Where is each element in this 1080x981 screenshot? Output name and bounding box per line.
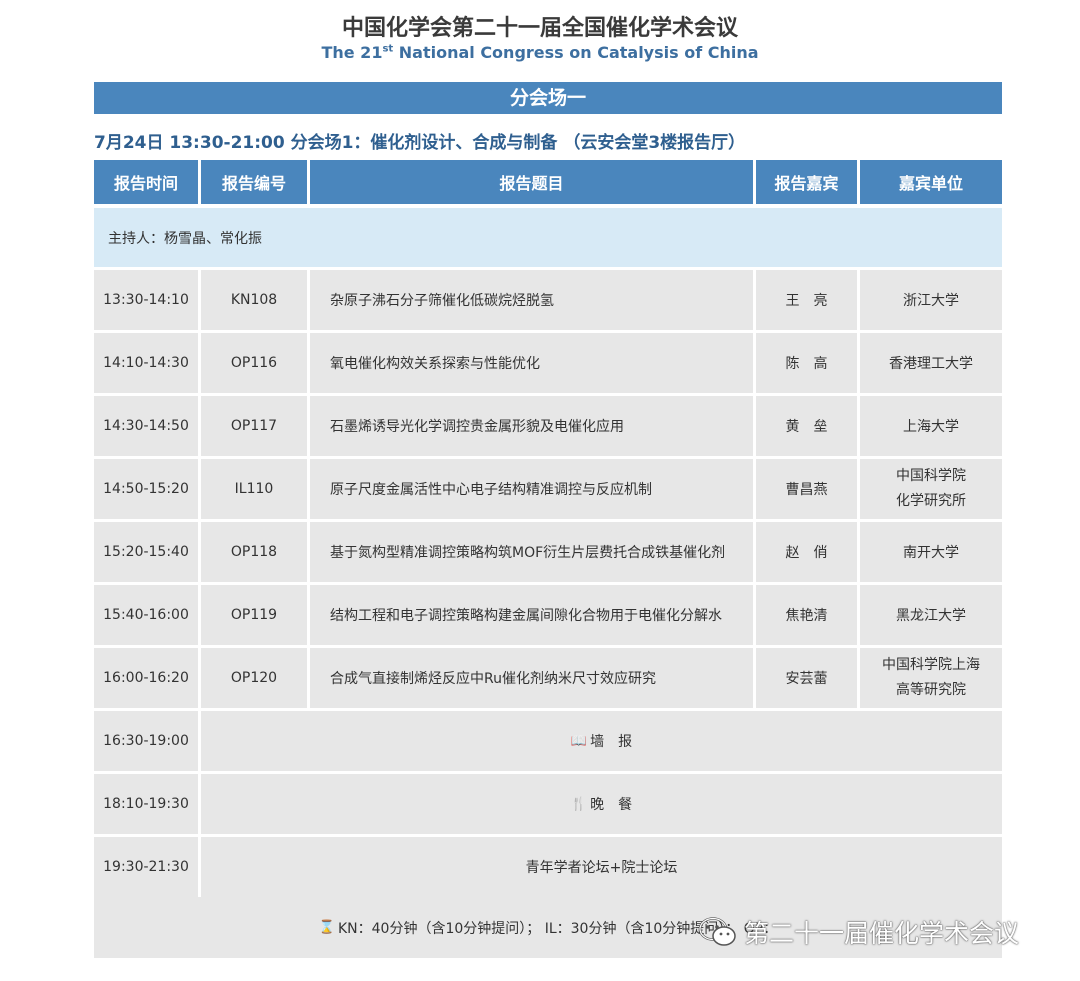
- row-org: 黑龙江大学: [860, 585, 1002, 645]
- row-org: 浙江大学: [860, 270, 1002, 330]
- row-org: 中国科学院 化学研究所: [860, 459, 1002, 519]
- row-speaker: 黄 垒: [756, 396, 857, 456]
- org-line: 化学研究所: [896, 493, 966, 509]
- host-label: 主持人：杨雪晶、常化振: [108, 230, 262, 247]
- event-row-dinner: 18:10-19:30 🍴 晚 餐: [94, 774, 1002, 834]
- row-speaker: 陈 高: [756, 333, 857, 393]
- row-speaker: 安芸蕾: [756, 648, 857, 708]
- fork-knife-icon: 🍴: [570, 796, 588, 812]
- row-speaker: 焦艳清: [756, 585, 857, 645]
- row-speaker: 赵 俏: [756, 522, 857, 582]
- host-row: 主持人：杨雪晶、常化振: [94, 208, 1002, 267]
- header-org: 嘉宾单位: [860, 160, 1002, 204]
- row-title: 杂原子沸石分子筛催化低碳烷烃脱氢: [310, 270, 753, 330]
- table-row: 14:10-14:30 OP116 氧电催化构效关系探索与性能优化 陈 高 香港…: [94, 333, 1002, 393]
- row-org: 南开大学: [860, 522, 1002, 582]
- table-row: 15:40-16:00 OP119 结构工程和电子调控策略构建金属间隙化合物用于…: [94, 585, 1002, 645]
- row-title: 原子尺度金属活性中心电子结构精准调控与反应机制: [310, 459, 753, 519]
- hourglass-icon: ⌛: [318, 920, 335, 935]
- row-time: 14:30-14:50: [94, 396, 198, 456]
- row-time: 13:30-14:10: [94, 270, 198, 330]
- event-label: 青年学者论坛+院士论坛: [201, 837, 1002, 897]
- row-speaker: 曹昌燕: [756, 459, 857, 519]
- header-time: 报告时间: [94, 160, 198, 204]
- event-label: 🍴 晚 餐: [201, 774, 1002, 834]
- row-title: 石墨烯诱导光化学调控贵金属形貌及电催化应用: [310, 396, 753, 456]
- table-row: 14:30-14:50 OP117 石墨烯诱导光化学调控贵金属形貌及电催化应用 …: [94, 396, 1002, 456]
- row-code: OP117: [201, 396, 307, 456]
- header-speaker: 报告嘉宾: [756, 160, 857, 204]
- page-title: 中国化学会第二十一届全国催化学术会议: [341, 16, 738, 41]
- event-text: 青年学者论坛+院士论坛: [525, 860, 678, 876]
- row-org: 香港理工大学: [860, 333, 1002, 393]
- row-title: 基于氮构型精准调控策略构筑MOF衍生片层费托合成铁基催化剂: [310, 522, 753, 582]
- row-title: 结构工程和电子调控策略构建金属间隙化合物用于电催化分解水: [310, 585, 753, 645]
- row-org: 上海大学: [860, 396, 1002, 456]
- wechat-icon: [698, 916, 738, 948]
- row-time: 14:50-15:20: [94, 459, 198, 519]
- row-code: OP120: [201, 648, 307, 708]
- table-row: 16:00-16:20 OP120 合成气直接制烯烃反应中Ru催化剂纳米尺寸效应…: [94, 648, 1002, 708]
- watermark: 第二十一届催化学术会议: [698, 912, 1058, 952]
- row-code: OP116: [201, 333, 307, 393]
- row-title: 氧电催化构效关系探索与性能优化: [310, 333, 753, 393]
- row-org: 中国科学院上海 高等研究院: [860, 648, 1002, 708]
- row-code: OP118: [201, 522, 307, 582]
- watermark-text: 第二十一届催化学术会议: [744, 919, 1020, 948]
- table-header: 报告时间 报告编号 报告题目 报告嘉宾 嘉宾单位: [94, 160, 1002, 204]
- event-time: 18:10-19:30: [94, 774, 198, 834]
- org-line: 中国科学院上海: [882, 657, 980, 673]
- row-time: 15:40-16:00: [94, 585, 198, 645]
- event-row-forum: 19:30-21:30 青年学者论坛+院士论坛: [94, 837, 1002, 897]
- event-time: 19:30-21:30: [94, 837, 198, 897]
- session-heading: 7月24日 13:30-21:00 分会场1：催化剂设计、合成与制备 （云安会堂…: [94, 133, 746, 153]
- event-time: 16:30-19:00: [94, 711, 198, 771]
- row-speaker: 王 亮: [756, 270, 857, 330]
- row-time: 15:20-15:40: [94, 522, 198, 582]
- table-row: 14:50-15:20 IL110 原子尺度金属活性中心电子结构精准调控与反应机…: [94, 459, 1002, 519]
- row-time: 14:10-14:30: [94, 333, 198, 393]
- page-subtitle: The 21st National Congress on Catalysis …: [321, 43, 759, 62]
- table-row: 13:30-14:10 KN108 杂原子沸石分子筛催化低碳烷烃脱氢 王 亮 浙…: [94, 270, 1002, 330]
- event-text: 晚 餐: [590, 797, 633, 813]
- row-code: KN108: [201, 270, 307, 330]
- event-label: 📖 墙 报: [201, 711, 1002, 771]
- header-code: 报告编号: [201, 160, 307, 204]
- header-title: 报告题目: [310, 160, 753, 204]
- org-line: 高等研究院: [896, 682, 966, 698]
- row-code: IL110: [201, 459, 307, 519]
- org-line: 中国科学院: [896, 468, 966, 484]
- table-row: 15:20-15:40 OP118 基于氮构型精准调控策略构筑MOF衍生片层费托…: [94, 522, 1002, 582]
- event-row-poster: 16:30-19:00 📖 墙 报: [94, 711, 1002, 771]
- row-code: OP119: [201, 585, 307, 645]
- book-icon: 📖: [570, 733, 588, 749]
- event-text: 墙 报: [590, 734, 633, 750]
- venue-band: 分会场一: [94, 82, 1002, 114]
- row-time: 16:00-16:20: [94, 648, 198, 708]
- row-title: 合成气直接制烯烃反应中Ru催化剂纳米尺寸效应研究: [310, 648, 753, 708]
